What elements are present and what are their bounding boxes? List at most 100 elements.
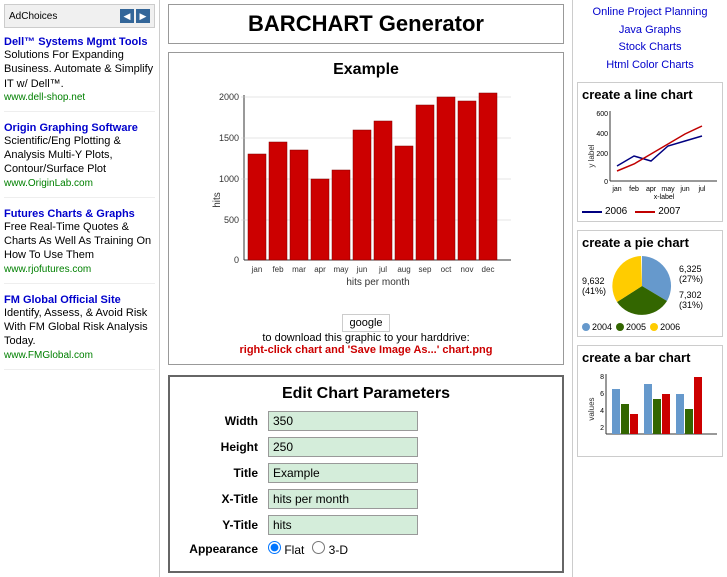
pie-dot-2004 (582, 323, 590, 331)
pie-legend-2006: 2006 (650, 322, 680, 332)
edit-params-section: Edit Chart Parameters Width Height Title… (168, 375, 564, 573)
pie-legend-label-2006: 2006 (660, 322, 680, 332)
bar-chart-svg: hits 2000 1500 1000 500 (206, 85, 526, 305)
ad-next-button[interactable]: ▶ (136, 9, 150, 23)
svg-text:nov: nov (461, 265, 474, 274)
chart-container: Example hits 2000 1500 1000 (168, 52, 564, 365)
legend-label-2006: 2006 (605, 206, 627, 217)
ad-url-2: www.OriginLab.com (4, 178, 93, 189)
ad-url-4: www.FMGlobal.com (4, 350, 93, 361)
mini-bar-chart: create a bar chart values 8 6 4 2 (577, 345, 723, 457)
chart-title: Example (177, 61, 555, 79)
save-link[interactable]: right-click chart and 'Save Image As...'… (239, 344, 492, 356)
ad-body-1: Solutions For Expanding Business. Automa… (4, 48, 155, 91)
ad-choices-label: AdChoices (9, 11, 57, 22)
param-row-appearance: Appearance Flat 3-D (178, 541, 554, 557)
legend-color-2006 (582, 211, 602, 213)
svg-text:0: 0 (604, 179, 608, 186)
param-row-width: Width (178, 411, 554, 431)
param-label-height: Height (178, 440, 268, 454)
ad-link-2[interactable]: Origin Graphing Software (4, 122, 138, 134)
svg-text:apr: apr (314, 265, 326, 274)
svg-text:may: may (333, 265, 348, 274)
mini-bar-chart-title: create a bar chart (582, 350, 718, 365)
ad-block-2: Origin Graphing Software Scientific/Eng … (4, 122, 155, 198)
ad-body-3: Free Real-Time Quotes & Charts As Well A… (4, 220, 155, 263)
right-sidebar: Online Project Planning Java Graphs Stoc… (572, 0, 727, 577)
svg-text:600: 600 (596, 111, 608, 118)
pie-dot-2005 (616, 323, 624, 331)
right-link-1[interactable]: Online Project Planning (577, 4, 723, 22)
line-chart-title: create a line chart (582, 87, 718, 102)
svg-text:values: values (587, 398, 596, 421)
ad-prev-button[interactable]: ◀ (120, 9, 134, 23)
svg-text:2: 2 (600, 425, 604, 432)
appearance-flat-label[interactable]: Flat (268, 541, 304, 557)
param-input-width[interactable] (268, 411, 418, 431)
left-sidebar: AdChoices ◀ ▶ Dell™ Systems Mgmt Tools S… (0, 0, 160, 577)
svg-text:oct: oct (441, 265, 452, 274)
ad-block-1: Dell™ Systems Mgmt Tools Solutions For E… (4, 36, 155, 112)
svg-text:6: 6 (600, 391, 604, 398)
param-label-ytitle: Y-Title (178, 518, 268, 532)
svg-text:feb: feb (629, 186, 639, 193)
pie-labels-right: 6,325(27%) 7,302(31%) (679, 264, 703, 310)
edit-params-title: Edit Chart Parameters (178, 385, 554, 403)
svg-text:jul: jul (378, 265, 387, 274)
param-label-xtitle: X-Title (178, 492, 268, 506)
right-link-3[interactable]: Stock Charts (577, 39, 723, 57)
svg-text:2000: 2000 (219, 92, 239, 102)
svg-text:hits per month: hits per month (346, 277, 409, 288)
legend-2006: 2006 (582, 206, 627, 217)
pie-labels-left: 9,632(41%) (582, 276, 606, 298)
pie-label-6325: 6,325(27%) (679, 264, 703, 284)
param-row-title: Title (178, 463, 554, 483)
param-label-width: Width (178, 414, 268, 428)
right-link-2[interactable]: Java Graphs (577, 22, 723, 40)
svg-text:400: 400 (596, 131, 608, 138)
appearance-flat-radio[interactable] (268, 541, 281, 554)
ad-block-3: Futures Charts & Graphs Free Real-Time Q… (4, 208, 155, 284)
svg-text:1500: 1500 (219, 133, 239, 143)
ad-link-3[interactable]: Futures Charts & Graphs (4, 208, 135, 220)
svg-text:jun: jun (356, 265, 368, 274)
ad-body-4: Identify, Assess, & Avoid Risk With FM G… (4, 306, 155, 349)
ad-link-1[interactable]: Dell™ Systems Mgmt Tools (4, 36, 147, 48)
google-button[interactable]: google (342, 314, 389, 332)
param-input-height[interactable] (268, 437, 418, 457)
ad-url-3: www.rjofutures.com (4, 264, 91, 275)
svg-text:jul: jul (697, 186, 705, 193)
svg-text:y label: y label (587, 145, 596, 168)
pie-chart-title: create a pie chart (582, 235, 718, 250)
param-input-ytitle[interactable] (268, 515, 418, 535)
line-chart-svg: y label 600 400 200 0 jan feb apr may ju… (582, 106, 722, 201)
download-section: google to download this graphic to your … (177, 314, 555, 356)
svg-text:200: 200 (596, 151, 608, 158)
mini-line-chart: create a line chart y label 600 400 200 … (577, 82, 723, 222)
svg-text:jan: jan (611, 186, 621, 193)
appearance-options: Flat 3-D (268, 541, 348, 557)
appearance-3d-radio[interactable] (312, 541, 325, 554)
svg-text:feb: feb (272, 265, 284, 274)
pie-legend-2005: 2005 (616, 322, 646, 332)
pie-legend-2004: 2004 (582, 322, 612, 332)
appearance-3d-label[interactable]: 3-D (312, 541, 348, 557)
svg-text:x-label: x-label (654, 194, 675, 201)
param-input-title[interactable] (268, 463, 418, 483)
download-text: to download this graphic to your harddri… (262, 332, 469, 344)
svg-text:may: may (661, 186, 675, 193)
right-link-4[interactable]: Html Color Charts (577, 57, 723, 75)
param-input-xtitle[interactable] (268, 489, 418, 509)
ad-link-4[interactable]: FM Global Official Site (4, 294, 121, 306)
svg-text:dec: dec (482, 265, 495, 274)
right-links: Online Project Planning Java Graphs Stoc… (577, 4, 723, 74)
main-content: BARCHART Generator Example hits 2000 150… (160, 0, 572, 577)
legend-2007: 2007 (635, 206, 680, 217)
ad-nav: ◀ ▶ (120, 9, 150, 23)
param-label-appearance: Appearance (178, 542, 268, 556)
svg-text:mar: mar (292, 265, 306, 274)
param-row-ytitle: Y-Title (178, 515, 554, 535)
legend-color-2007 (635, 211, 655, 213)
svg-text:4: 4 (600, 408, 604, 415)
svg-text:jan: jan (251, 265, 263, 274)
